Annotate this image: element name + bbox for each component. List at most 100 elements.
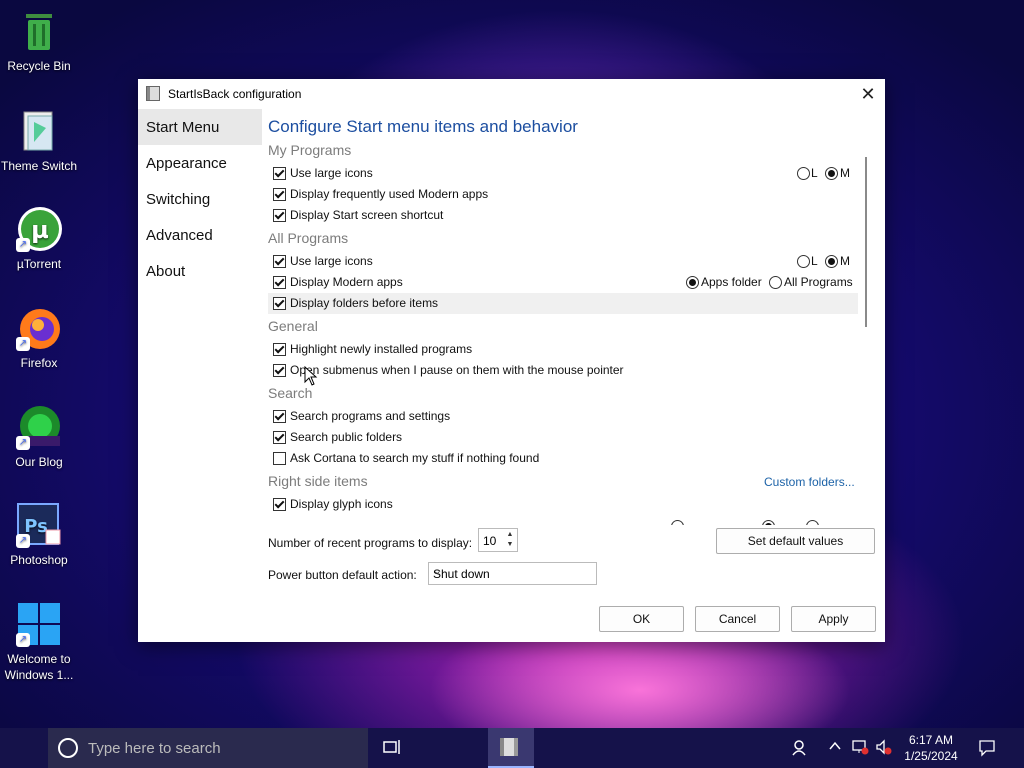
radio-label-apps-folder: Apps folder: [701, 275, 762, 289]
checkbox[interactable]: [273, 364, 286, 377]
option-ask-cortana[interactable]: Ask Cortana to search my stuff if nothin…: [268, 448, 858, 469]
checkbox[interactable]: [273, 255, 286, 268]
desktop-icon-label: Recycle Bin: [7, 59, 71, 73]
stepper-value: 10: [483, 534, 497, 548]
checkbox[interactable]: [273, 209, 286, 222]
radio-l[interactable]: [797, 167, 810, 180]
radio-l[interactable]: [797, 255, 810, 268]
option-display-modern-apps[interactable]: Display Modern apps Apps folder All Prog…: [268, 272, 858, 293]
option-label: Display frequently used Modern apps: [290, 187, 489, 201]
option-search-public-folders[interactable]: Search public folders: [268, 427, 858, 448]
radio-apps-folder[interactable]: [686, 276, 699, 289]
dialog-titlebar[interactable]: StartIsBack configuration ✕: [138, 79, 885, 109]
ok-button[interactable]: OK: [599, 606, 684, 632]
windows-logo-icon: ↗: [16, 601, 62, 647]
recycle-bin-icon: [16, 8, 62, 54]
option-label: Search programs and settings: [290, 409, 451, 423]
option-open-submenus[interactable]: Open submenus when I pause on them with …: [268, 360, 858, 381]
desktop-icon-label: Our Blog: [15, 455, 63, 469]
desktop-icon-photoshop[interactable]: Ps ↗ Photoshop: [0, 502, 78, 568]
chevron-up-icon[interactable]: [828, 739, 842, 756]
checkbox[interactable]: [273, 167, 286, 180]
option-search-programs[interactable]: Search programs and settings: [268, 406, 858, 427]
radio-partial[interactable]: [762, 520, 775, 525]
radio-m[interactable]: [825, 167, 838, 180]
set-default-values-button[interactable]: Set default values: [716, 528, 875, 554]
nav-switching[interactable]: Switching: [138, 181, 262, 217]
option-label: Use large icons: [290, 254, 373, 268]
nav-advanced[interactable]: Advanced: [138, 217, 262, 253]
power-action-select[interactable]: Shut down ⌄: [428, 562, 597, 585]
theme-switch-icon: [16, 108, 62, 154]
nav-appearance[interactable]: Appearance: [138, 145, 262, 181]
checkbox[interactable]: [273, 188, 286, 201]
section-general: General: [268, 318, 318, 334]
cortana-circle-icon: [58, 738, 78, 758]
radio-label-all-programs: All Programs: [784, 275, 853, 289]
desktop-icon-label: Theme Switch: [0, 159, 78, 173]
option-frequent-modern-apps[interactable]: Display frequently used Modern apps: [268, 184, 858, 205]
desktop-icon-our-blog[interactable]: ↗ Our Blog: [0, 404, 78, 470]
taskbar: Type here to search 6:17 AM 1/25/2024: [0, 728, 1024, 768]
checkbox[interactable]: [273, 343, 286, 356]
option-label: Display glyph icons: [290, 497, 393, 511]
radio-partial[interactable]: [671, 520, 684, 525]
radio-label-m: M: [840, 166, 850, 180]
shortcut-arrow-icon: ↗: [16, 436, 30, 450]
chevron-down-icon: ⌄: [433, 566, 442, 577]
shortcut-arrow-icon: ↗: [16, 633, 30, 647]
shortcut-arrow-icon: ↗: [16, 238, 30, 252]
option-label: Open submenus when I pause on them with …: [290, 363, 624, 377]
taskbar-startisback-app[interactable]: [488, 728, 534, 768]
people-icon[interactable]: [791, 739, 809, 760]
custom-folders-link[interactable]: Custom folders...: [764, 475, 855, 489]
option-start-screen-shortcut[interactable]: Display Start screen shortcut: [268, 205, 858, 226]
checkbox[interactable]: [273, 410, 286, 423]
checkbox[interactable]: [273, 498, 286, 511]
nav-about[interactable]: About: [138, 253, 262, 289]
option-partially-hidden: [268, 516, 858, 525]
taskbar-search-box[interactable]: Type here to search: [48, 728, 368, 768]
options-scroll-area[interactable]: My Programs Use large icons L M Display …: [268, 139, 868, 525]
radio-partial[interactable]: [806, 520, 819, 525]
option-folders-before-items[interactable]: Display folders before items: [268, 293, 858, 314]
radio-all-programs[interactable]: [769, 276, 782, 289]
option-highlight-new-programs[interactable]: Highlight newly installed programs: [268, 339, 858, 360]
svg-text:µ: µ: [31, 216, 49, 244]
option-all-programs-large-icons[interactable]: Use large icons L M: [268, 251, 858, 272]
startisback-app-icon: [500, 738, 518, 756]
task-view-icon[interactable]: [383, 739, 401, 760]
network-icon[interactable]: [851, 739, 869, 758]
notifications-icon[interactable]: [978, 739, 996, 760]
desktop-icon-firefox[interactable]: ↗ Firefox: [0, 305, 78, 371]
stepper-arrows-icon[interactable]: ▲ ▼: [504, 530, 516, 550]
vertical-scrollbar[interactable]: [865, 157, 867, 327]
apply-button[interactable]: Apply: [791, 606, 876, 632]
dialog-title: StartIsBack configuration: [168, 87, 302, 101]
option-my-programs-large-icons[interactable]: Use large icons L M: [268, 163, 858, 184]
radio-label-m: M: [840, 254, 850, 268]
checkbox[interactable]: [273, 297, 286, 310]
checkbox[interactable]: [273, 431, 286, 444]
desktop-icon-utorrent[interactable]: µ ↗ µTorrent: [0, 206, 78, 272]
option-display-glyph-icons[interactable]: Display glyph icons: [268, 494, 858, 515]
desktop-icon-recycle-bin[interactable]: Recycle Bin: [0, 8, 78, 74]
close-icon[interactable]: ✕: [857, 83, 879, 105]
clock-time: 6:17 AM: [908, 733, 954, 747]
desktop-icon-welcome[interactable]: ↗ Welcome to Windows 1...: [0, 601, 78, 683]
desktop-icon-label: Welcome to Windows 1...: [4, 652, 74, 682]
volume-muted-icon[interactable]: [875, 739, 893, 758]
nav-start-menu[interactable]: Start Menu: [138, 109, 262, 145]
desktop-icon-theme-switch[interactable]: Theme Switch: [0, 108, 78, 174]
checkbox[interactable]: [273, 452, 286, 465]
radio-label-l: L: [811, 254, 818, 268]
shortcut-arrow-icon: ↗: [16, 337, 30, 351]
taskbar-clock[interactable]: 6:17 AM 1/25/2024: [896, 732, 966, 764]
recent-programs-stepper[interactable]: 10 ▲ ▼: [478, 528, 518, 552]
radio-m[interactable]: [825, 255, 838, 268]
checkbox[interactable]: [273, 276, 286, 289]
option-label: Display folders before items: [290, 296, 439, 310]
cancel-button[interactable]: Cancel: [695, 606, 780, 632]
option-label: Use large icons: [290, 166, 373, 180]
utorrent-icon: µ ↗: [16, 206, 62, 252]
